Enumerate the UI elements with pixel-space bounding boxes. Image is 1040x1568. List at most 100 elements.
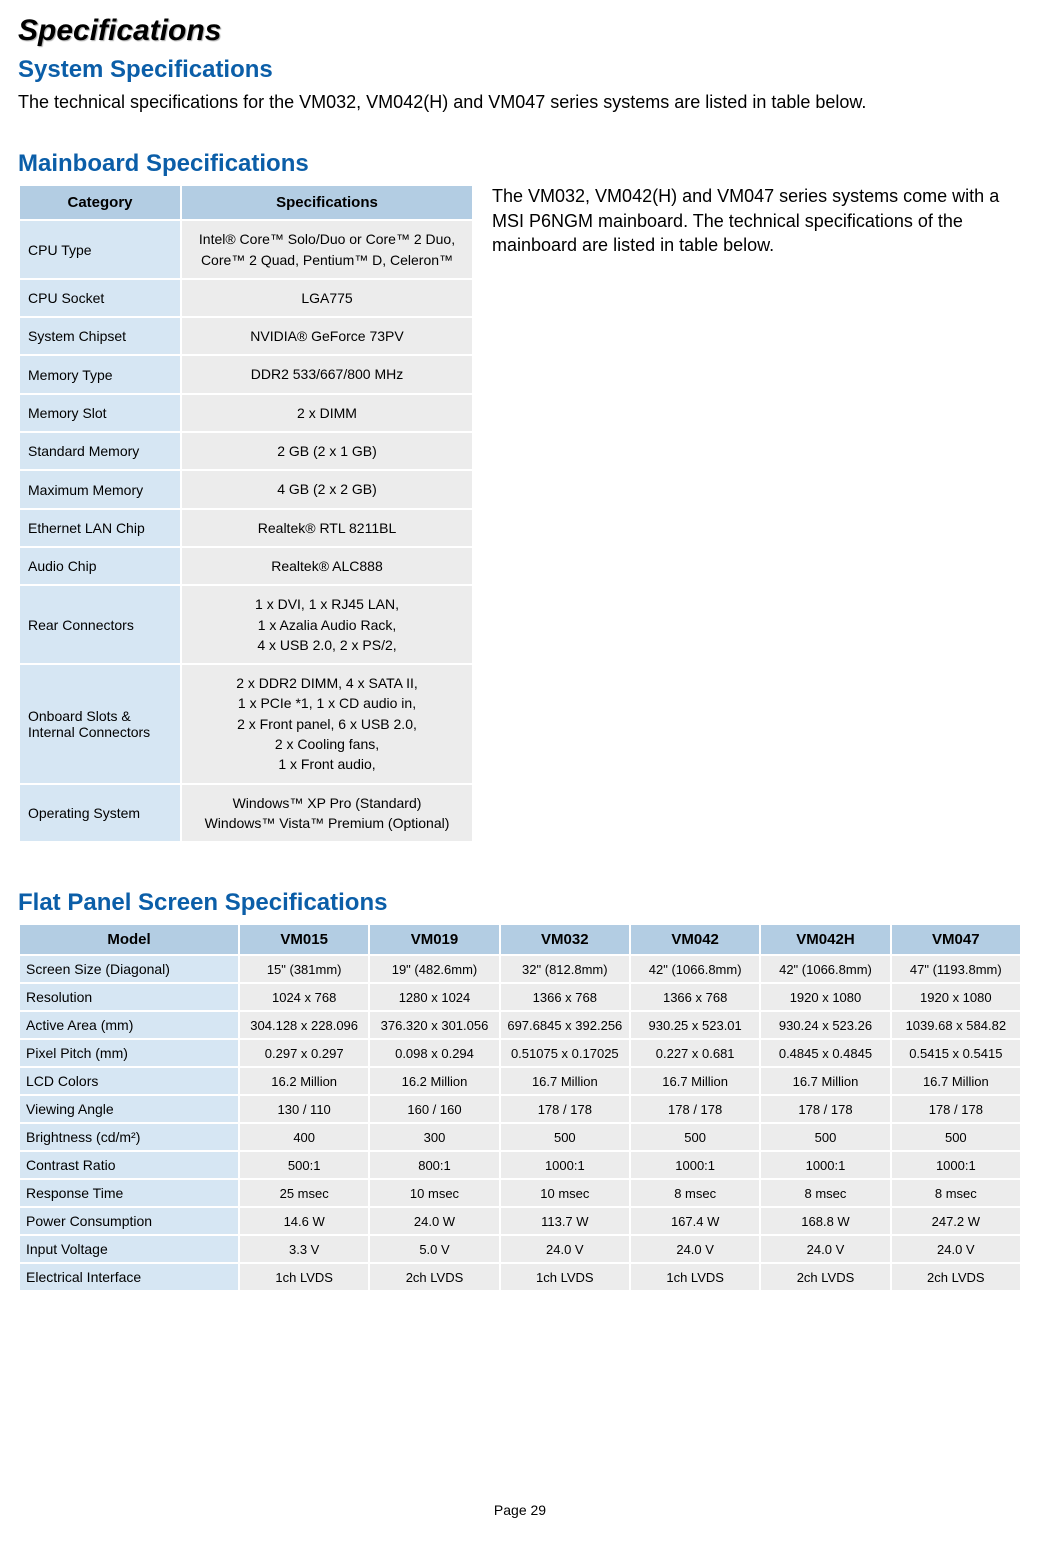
table-row: Resolution1024 x 7681280 x 10241366 x 76… bbox=[20, 984, 1020, 1010]
fp-row-label: Viewing Angle bbox=[20, 1096, 238, 1122]
mb-cell-value: 2 x DIMM bbox=[182, 395, 472, 431]
fp-cell: 500 bbox=[892, 1124, 1020, 1150]
fp-cell: 2ch LVDS bbox=[761, 1264, 889, 1290]
fp-cell: 1920 x 1080 bbox=[761, 984, 889, 1010]
fp-cell: 130 / 110 bbox=[240, 1096, 368, 1122]
fp-cell: 1366 x 768 bbox=[501, 984, 629, 1010]
fp-cell: 32" (812.8mm) bbox=[501, 956, 629, 982]
table-row: Audio ChipRealtek® ALC888 bbox=[20, 548, 472, 584]
fp-cell: 0.098 x 0.294 bbox=[370, 1040, 498, 1066]
fp-cell: 16.7 Million bbox=[631, 1068, 759, 1094]
fp-cell: 247.2 W bbox=[892, 1208, 1020, 1234]
mainboard-table: Category Specifications CPU TypeIntel® C… bbox=[18, 184, 474, 843]
mb-cell-category: CPU Type bbox=[20, 221, 180, 278]
fp-cell: 178 / 178 bbox=[892, 1096, 1020, 1122]
mb-cell-category: Operating System bbox=[20, 785, 180, 842]
fp-cell: 113.7 W bbox=[501, 1208, 629, 1234]
fp-cell: 500 bbox=[501, 1124, 629, 1150]
fp-row-label: Brightness (cd/m²) bbox=[20, 1124, 238, 1150]
fp-cell: 16.2 Million bbox=[370, 1068, 498, 1094]
mb-cell-value: 1 x DVI, 1 x RJ45 LAN,1 x Azalia Audio R… bbox=[182, 586, 472, 663]
mb-cell-category: Maximum Memory bbox=[20, 471, 180, 507]
mb-cell-category: Rear Connectors bbox=[20, 586, 180, 663]
fp-cell: 697.6845 x 392.256 bbox=[501, 1012, 629, 1038]
table-row: CPU TypeIntel® Core™ Solo/Duo or Core™ 2… bbox=[20, 221, 472, 278]
fp-cell: 8 msec bbox=[631, 1180, 759, 1206]
fp-cell: 304.128 x 228.096 bbox=[240, 1012, 368, 1038]
mb-cell-category: Onboard Slots & Internal Connectors bbox=[20, 665, 180, 782]
fp-row-label: Input Voltage bbox=[20, 1236, 238, 1262]
fp-cell: 1024 x 768 bbox=[240, 984, 368, 1010]
fp-cell: 500:1 bbox=[240, 1152, 368, 1178]
fp-cell: 19" (482.6mm) bbox=[370, 956, 498, 982]
fp-cell: 300 bbox=[370, 1124, 498, 1150]
fp-cell: 0.5415 x 0.5415 bbox=[892, 1040, 1020, 1066]
mb-cell-category: Audio Chip bbox=[20, 548, 180, 584]
mb-cell-value: DDR2 533/667/800 MHz bbox=[182, 356, 472, 392]
mb-cell-category: Memory Type bbox=[20, 356, 180, 392]
mb-cell-category: Standard Memory bbox=[20, 433, 180, 469]
table-row: Viewing Angle130 / 110160 / 160 178 / 178… bbox=[20, 1096, 1020, 1122]
fp-th-model-col: VM015 bbox=[240, 925, 368, 954]
fp-row-label: Electrical Interface bbox=[20, 1264, 238, 1290]
mb-cell-category: System Chipset bbox=[20, 318, 180, 354]
fp-cell: 0.51075 x 0.17025 bbox=[501, 1040, 629, 1066]
fp-row-label: Pixel Pitch (mm) bbox=[20, 1040, 238, 1066]
fp-cell: 178 / 178 bbox=[761, 1096, 889, 1122]
mainboard-side-text: The VM032, VM042(H) and VM047 series sys… bbox=[492, 184, 1022, 257]
mainboard-wrap: Category Specifications CPU TypeIntel® C… bbox=[18, 184, 1022, 843]
flatpanel-table: ModelVM015VM019VM032VM042VM042HVM047 Scr… bbox=[18, 923, 1022, 1292]
table-row: Standard Memory2 GB (2 x 1 GB) bbox=[20, 433, 472, 469]
fp-cell: 24.0 W bbox=[370, 1208, 498, 1234]
page: Specifications System Specifications The… bbox=[0, 0, 1040, 1528]
fp-cell: 16.7 Million bbox=[761, 1068, 889, 1094]
table-row: Pixel Pitch (mm)0.297 x 0.2970.098 x 0.2… bbox=[20, 1040, 1020, 1066]
fp-th-model-col: VM042 bbox=[631, 925, 759, 954]
fp-cell: 930.25 x 523.01 bbox=[631, 1012, 759, 1038]
fp-cell: 24.0 V bbox=[501, 1236, 629, 1262]
fp-cell: 24.0 V bbox=[892, 1236, 1020, 1262]
fp-cell: 178 / 178 bbox=[631, 1096, 759, 1122]
table-row: Brightness (cd/m²)400300500500500500 bbox=[20, 1124, 1020, 1150]
fp-cell: 160 / 160 bbox=[370, 1096, 498, 1122]
fp-cell: 167.4 W bbox=[631, 1208, 759, 1234]
table-row: Input Voltage3.3 V5.0 V24.0 V24.0 V24.0 … bbox=[20, 1236, 1020, 1262]
fp-row-label: Resolution bbox=[20, 984, 238, 1010]
fp-cell: 1280 x 1024 bbox=[370, 984, 498, 1010]
mb-cell-value: Realtek® RTL 8211BL bbox=[182, 510, 472, 546]
fp-th-model-col: VM042H bbox=[761, 925, 889, 954]
fp-cell: 10 msec bbox=[501, 1180, 629, 1206]
mb-cell-value: Windows™ XP Pro (Standard)Windows™ Vista… bbox=[182, 785, 472, 842]
mb-cell-value: NVIDIA® GeForce 73PV bbox=[182, 318, 472, 354]
mb-cell-value: Realtek® ALC888 bbox=[182, 548, 472, 584]
mb-th-category: Category bbox=[20, 186, 180, 219]
fp-row-label: Response Time bbox=[20, 1180, 238, 1206]
table-row: Operating SystemWindows™ XP Pro (Standar… bbox=[20, 785, 472, 842]
fp-cell: 2ch LVDS bbox=[370, 1264, 498, 1290]
fp-cell: 8 msec bbox=[761, 1180, 889, 1206]
fp-cell: 8 msec bbox=[892, 1180, 1020, 1206]
fp-cell: 25 msec bbox=[240, 1180, 368, 1206]
table-row: Rear Connectors1 x DVI, 1 x RJ45 LAN,1 x… bbox=[20, 586, 472, 663]
table-row: Active Area (mm)304.128 x 228.096376.320… bbox=[20, 1012, 1020, 1038]
fp-cell: 14.6 W bbox=[240, 1208, 368, 1234]
fp-cell: 15" (381mm) bbox=[240, 956, 368, 982]
mb-th-spec: Specifications bbox=[182, 186, 472, 219]
section-heading-mainboard: Mainboard Specifications bbox=[18, 150, 1022, 178]
table-row: Memory Slot2 x DIMM bbox=[20, 395, 472, 431]
page-title: Specifications bbox=[18, 14, 1022, 48]
mb-cell-value: LGA775 bbox=[182, 280, 472, 316]
fp-cell: 42" (1066.8mm) bbox=[761, 956, 889, 982]
fp-cell: 1ch LVDS bbox=[240, 1264, 368, 1290]
fp-cell: 400 bbox=[240, 1124, 368, 1150]
fp-cell: 0.297 x 0.297 bbox=[240, 1040, 368, 1066]
fp-th-model-col: VM019 bbox=[370, 925, 498, 954]
table-row: Onboard Slots & Internal Connectors2 x D… bbox=[20, 665, 472, 782]
fp-row-label: Screen Size (Diagonal) bbox=[20, 956, 238, 982]
table-row: Response Time25 msec10 msec10 msec8 msec… bbox=[20, 1180, 1020, 1206]
table-row: System ChipsetNVIDIA® GeForce 73PV bbox=[20, 318, 472, 354]
fp-cell: 16.7 Million bbox=[892, 1068, 1020, 1094]
fp-cell: 0.4845 x 0.4845 bbox=[761, 1040, 889, 1066]
mb-cell-category: Ethernet LAN Chip bbox=[20, 510, 180, 546]
fp-cell: 2ch LVDS bbox=[892, 1264, 1020, 1290]
